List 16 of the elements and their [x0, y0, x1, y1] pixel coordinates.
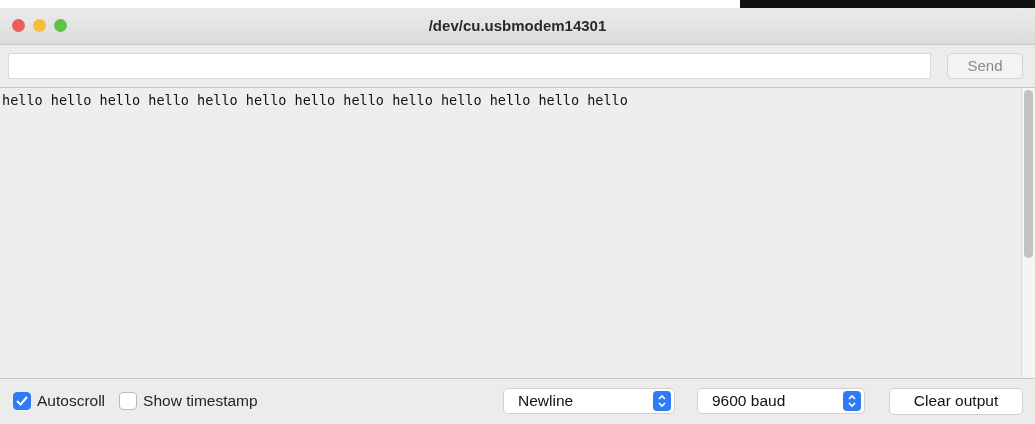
checkbox-label[interactable]: Autoscroll: [37, 389, 106, 413]
minimize-button[interactable]: [33, 19, 46, 32]
zoom-button[interactable]: [54, 19, 67, 32]
serial-output: hello hello hello hello hello hello hello hello hello hello hello hello hello: [1, 91, 629, 110]
checkbox[interactable]: [13, 392, 31, 410]
checkbox[interactable]: [119, 392, 138, 410]
close-button[interactable]: [12, 19, 25, 32]
line-ending-dropdown[interactable]: Newline: [503, 388, 675, 414]
checkbox-label[interactable]: Show timestamp: [143, 389, 258, 413]
stepper-icon: [843, 391, 861, 411]
baud-rate-dropdown[interactable]: 9600 baud: [697, 388, 865, 414]
clear-output-button[interactable]: Clear output: [889, 387, 1023, 415]
window-title: /dev/cu.usbmodem14301: [428, 15, 607, 36]
scrollbar[interactable]: [1021, 88, 1035, 378]
stepper-icon: [653, 391, 671, 411]
input-field[interactable]: [8, 53, 931, 79]
